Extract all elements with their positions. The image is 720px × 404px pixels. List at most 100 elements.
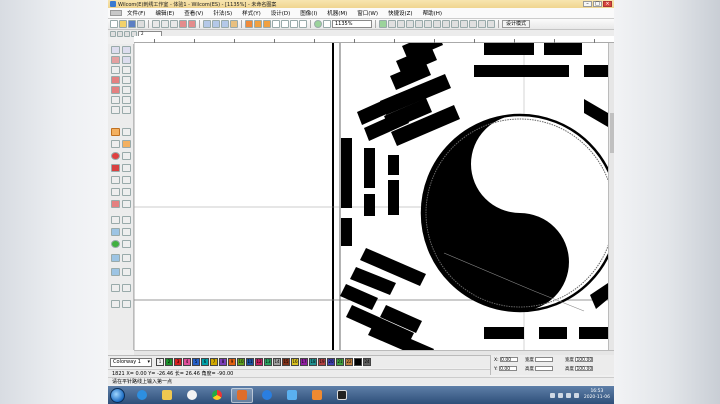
align-icon[interactable] <box>406 20 414 28</box>
color-swatch[interactable]: 9 <box>228 358 236 366</box>
vertical-scrollbar[interactable] <box>608 43 614 350</box>
taskbar-help[interactable] <box>306 388 328 403</box>
menu-window[interactable]: 窗口(W) <box>352 9 383 17</box>
guide-icon[interactable] <box>299 20 307 28</box>
rect-tool-icon[interactable] <box>122 152 131 160</box>
backstitch-icon[interactable] <box>122 106 131 114</box>
zoom-combo[interactable]: 1135% <box>332 20 372 28</box>
menu-design[interactable]: 设计(D) <box>266 9 296 17</box>
color-swatch[interactable]: 18 <box>309 358 317 366</box>
color-swatch[interactable]: 17 <box>300 358 308 366</box>
rotate-icon[interactable] <box>460 20 468 28</box>
cross-icon[interactable] <box>323 20 331 28</box>
height-percent-field[interactable]: 100.00 <box>575 366 594 372</box>
pattern-tool-icon[interactable] <box>122 140 131 148</box>
hoop-icon[interactable] <box>290 20 298 28</box>
undo-icon[interactable] <box>179 20 187 28</box>
distribute-icon[interactable] <box>415 20 423 28</box>
taskbar-folder[interactable] <box>156 388 178 403</box>
zoom-out-icon[interactable] <box>221 20 229 28</box>
appliqué-tool-icon[interactable] <box>122 200 131 208</box>
color-swatch[interactable]: 1 <box>156 358 164 366</box>
scroll-thumb[interactable] <box>610 113 614 153</box>
color-swatch[interactable]: 10 <box>237 358 245 366</box>
menu-machine[interactable]: 机器(M) <box>322 9 352 17</box>
cut-icon[interactable] <box>152 20 160 28</box>
run-tool-icon[interactable] <box>111 76 120 84</box>
print-icon[interactable] <box>137 20 145 28</box>
shape-tool-icon[interactable] <box>111 56 120 64</box>
width-percent-field[interactable]: 100.00 <box>575 357 594 363</box>
complex-fill-icon[interactable] <box>122 96 131 104</box>
color-icon[interactable] <box>245 20 253 28</box>
color-swatch[interactable]: 23 <box>353 357 363 367</box>
spline-tool-icon[interactable] <box>122 254 131 262</box>
blackwork-icon[interactable] <box>111 106 120 114</box>
stamp-tool-icon[interactable] <box>111 200 120 208</box>
menu-file[interactable]: 文件(F) <box>122 9 150 17</box>
taskbar-app[interactable] <box>281 388 303 403</box>
maximize-button[interactable]: □ <box>593 1 602 7</box>
active-tool-icon[interactable] <box>111 128 120 136</box>
color-swatch[interactable]: 5 <box>192 358 200 366</box>
satin-tool-icon[interactable] <box>122 76 131 84</box>
menu-stitch[interactable]: 针法(S) <box>208 9 237 17</box>
lines-icon[interactable] <box>110 30 116 37</box>
outline-tool-icon[interactable] <box>122 128 131 136</box>
taskbar-ie[interactable] <box>131 388 153 403</box>
menu-style[interactable]: 样式(Y) <box>237 9 266 17</box>
taskbar-chrome[interactable] <box>206 388 228 403</box>
group-icon[interactable] <box>424 20 432 28</box>
color-swatch[interactable]: 8 <box>219 358 227 366</box>
mirror-icon[interactable] <box>451 20 459 28</box>
height-field[interactable] <box>535 366 554 371</box>
color-swatch[interactable]: 14 <box>273 358 281 366</box>
zoom-icon[interactable] <box>203 20 211 28</box>
scale-icon[interactable] <box>469 20 477 28</box>
stitch-view-icon[interactable] <box>230 20 238 28</box>
color-swatch[interactable]: 7 <box>210 358 218 366</box>
measure-tool-icon[interactable] <box>111 228 120 236</box>
motif-tool-icon[interactable] <box>111 188 120 196</box>
join-tool-icon[interactable] <box>122 240 131 248</box>
color-swatch[interactable]: 21 <box>336 358 344 366</box>
color-swatch[interactable]: 16 <box>291 358 299 366</box>
menu-app-icon[interactable] <box>110 10 122 16</box>
team-tool-icon[interactable] <box>122 176 131 184</box>
volume-icon[interactable] <box>565 392 571 398</box>
outline-icon[interactable] <box>379 20 387 28</box>
column-tool-icon[interactable] <box>111 86 120 94</box>
new-file-icon[interactable] <box>110 20 118 28</box>
color-swatch[interactable]: 13 <box>264 358 272 366</box>
hoop-tool-icon[interactable] <box>122 300 131 308</box>
text-tool-icon[interactable] <box>111 164 120 172</box>
needle-tool-icon[interactable] <box>111 284 120 292</box>
color-swatch[interactable]: 11 <box>246 358 254 366</box>
copy-icon[interactable] <box>161 20 169 28</box>
close-button[interactable]: × <box>603 1 612 7</box>
redo-icon[interactable] <box>188 20 196 28</box>
menu-view[interactable]: 查看(V) <box>179 9 208 17</box>
taskbar-browser[interactable] <box>256 388 278 403</box>
tie-tool-icon[interactable] <box>122 216 131 224</box>
person-tool-icon[interactable] <box>111 176 120 184</box>
fill-icon[interactable] <box>263 20 271 28</box>
lock-icon[interactable] <box>442 20 450 28</box>
y-field[interactable]: 0.00 <box>499 366 518 372</box>
color-swatch[interactable]: 24 <box>363 358 371 366</box>
lasso-tool-icon[interactable] <box>122 46 131 54</box>
menu-edit[interactable]: 编辑(E) <box>150 9 179 17</box>
open-folder-icon[interactable] <box>119 20 127 28</box>
color-swatch[interactable]: 12 <box>255 358 263 366</box>
eraser-tool-icon[interactable] <box>122 66 131 74</box>
color-swatch[interactable]: 4 <box>183 358 191 366</box>
arc-tool-icon[interactable] <box>122 268 131 276</box>
x-field[interactable]: 0.00 <box>500 357 519 363</box>
monogram-tool-icon[interactable] <box>122 164 131 172</box>
taskbar-feather[interactable] <box>231 387 253 403</box>
reshape-tool-icon[interactable] <box>122 56 131 64</box>
tatami-tool-icon[interactable] <box>111 96 120 104</box>
taskbar-qq[interactable] <box>181 388 203 403</box>
offset-tool-icon[interactable] <box>111 140 120 148</box>
color-swatch[interactable]: 3 <box>174 358 182 366</box>
